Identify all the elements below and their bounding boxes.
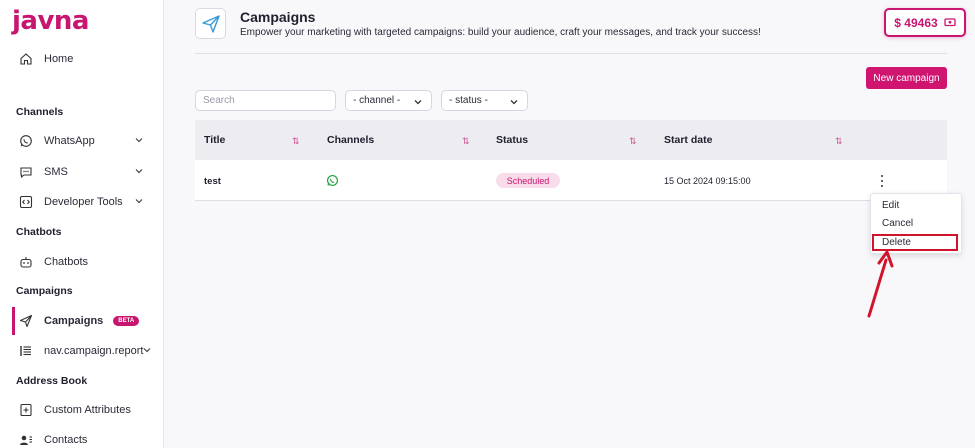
search-input[interactable]: Search — [195, 90, 336, 111]
table-header: Title ⇅ Channels ⇅ Status ⇅ Start date ⇅ — [195, 120, 947, 160]
annotation-arrow-icon — [867, 250, 894, 318]
sidebar-item-contacts[interactable]: Contacts — [12, 426, 158, 448]
chevron-down-icon[interactable] — [134, 196, 144, 209]
chevron-down-icon — [509, 97, 519, 110]
column-header-start-date[interactable]: Start date — [664, 134, 712, 146]
section-channels: Channels — [16, 106, 64, 118]
new-campaign-button[interactable]: New campaign — [866, 67, 947, 89]
balance-button[interactable]: $ 49463 — [884, 8, 966, 37]
home-icon — [18, 51, 34, 67]
status-select[interactable]: - status - — [441, 90, 528, 111]
campaign-title: test — [204, 176, 221, 187]
sidebar-item-custom-attributes[interactable]: Custom Attributes — [12, 396, 158, 424]
paper-plane-icon — [201, 14, 220, 33]
channel-select[interactable]: - channel - — [345, 90, 432, 111]
table-row[interactable]: test Scheduled 15 Oct 2024 09:15:00 — [195, 160, 947, 201]
whatsapp-icon — [18, 133, 34, 149]
sidebar-item-label: nav.campaign.report — [44, 345, 144, 357]
sidebar-item-campaigns[interactable]: Campaigns BETA — [12, 307, 158, 335]
attribute-icon — [18, 402, 34, 418]
chevron-down-icon[interactable] — [142, 345, 152, 358]
menu-item-edit[interactable]: Edit — [882, 200, 899, 211]
sort-icon[interactable]: ⇅ — [462, 136, 470, 147]
balance-amount: $ 49463 — [894, 15, 938, 30]
beta-badge: BETA — [113, 316, 140, 326]
sidebar-item-label: Campaigns — [44, 315, 104, 327]
sidebar: javna Home Channels WhatsApp SMS Develop… — [0, 0, 164, 448]
sidebar-item-label: Chatbots — [44, 256, 89, 268]
column-header-channels[interactable]: Channels — [327, 134, 374, 146]
status-select-value: - status - — [449, 95, 488, 106]
column-header-title[interactable]: Title — [204, 134, 225, 146]
sidebar-item-whatsapp[interactable]: WhatsApp — [12, 127, 158, 155]
sidebar-item-home[interactable]: Home — [12, 45, 158, 73]
start-date: 15 Oct 2024 09:15:00 — [664, 176, 751, 186]
brand-logo[interactable]: javna — [12, 6, 89, 36]
sidebar-item-label: Contacts — [44, 434, 88, 446]
menu-item-cancel[interactable]: Cancel — [882, 218, 913, 229]
campaigns-header-icon — [195, 8, 226, 39]
status-badge: Scheduled — [496, 173, 560, 188]
page-subtitle: Empower your marketing with targeted cam… — [240, 27, 761, 38]
more-vertical-icon[interactable] — [878, 174, 886, 188]
whatsapp-icon — [326, 174, 339, 190]
sidebar-item-label: SMS — [44, 166, 68, 178]
sidebar-item-label: Custom Attributes — [44, 404, 131, 416]
sidebar-item-label: Developer Tools — [44, 196, 123, 208]
section-campaigns: Campaigns — [16, 285, 73, 297]
column-header-status[interactable]: Status — [496, 134, 528, 146]
sort-icon[interactable]: ⇅ — [835, 136, 843, 147]
cash-icon — [944, 16, 956, 30]
code-icon — [18, 194, 34, 210]
chevron-down-icon — [413, 97, 423, 110]
sidebar-item-campaign-report[interactable]: nav.campaign.report — [12, 337, 158, 365]
section-address-book: Address Book — [16, 375, 88, 387]
robot-icon — [18, 254, 34, 270]
sidebar-item-label: WhatsApp — [44, 135, 95, 147]
section-chatbots: Chatbots — [16, 226, 62, 238]
sort-icon[interactable]: ⇅ — [629, 136, 637, 147]
page-title: Campaigns — [240, 9, 316, 25]
chevron-down-icon[interactable] — [134, 166, 144, 179]
sidebar-item-label: Home — [44, 53, 74, 65]
chevron-down-icon[interactable] — [134, 135, 144, 148]
channel-select-value: - channel - — [353, 95, 401, 106]
contacts-icon — [18, 432, 34, 448]
sidebar-item-chatbots[interactable]: Chatbots — [12, 248, 158, 276]
sidebar-item-sms[interactable]: SMS — [12, 158, 158, 186]
list-icon — [18, 343, 34, 359]
sidebar-item-developer-tools[interactable]: Developer Tools — [12, 188, 158, 216]
sms-icon — [18, 164, 34, 180]
header-divider — [195, 53, 947, 54]
sort-icon[interactable]: ⇅ — [292, 136, 300, 147]
paper-plane-icon — [18, 313, 34, 329]
